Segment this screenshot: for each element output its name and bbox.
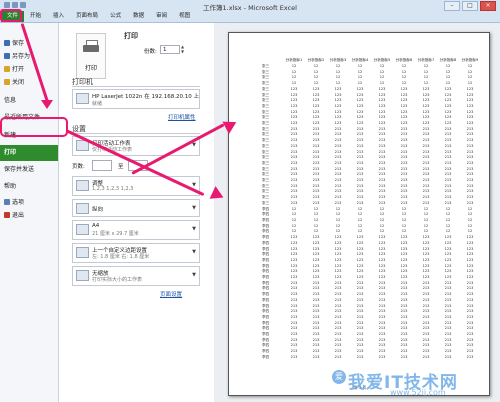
page-setup-link[interactable]: 页面设置: [160, 290, 182, 298]
tab-insert[interactable]: 插入: [47, 11, 70, 22]
preview-cell: 213: [312, 354, 320, 359]
chevron-down-icon: ▼: [192, 226, 196, 232]
scaling-dropdown[interactable]: 无缩放 打印实际大小的工作表 ▼: [72, 266, 200, 286]
file-tab-annotation: [0, 9, 22, 22]
watermark-logo-icon: 爱: [332, 370, 346, 384]
save-as-icon: [4, 53, 10, 59]
tab-home[interactable]: 开始: [24, 11, 47, 22]
preview-column-header: 分析指标5: [373, 58, 391, 62]
printer-section-divider: [72, 86, 200, 87]
options-icon: [4, 199, 10, 205]
save-icon: [4, 40, 10, 46]
backstage-nav: 保存 另存为 打开 关闭 信息 最近所用文件 新建 打印 保存并发送 帮助 选项…: [0, 23, 59, 402]
chevron-down-icon: ▼: [192, 205, 196, 211]
margins-dropdown[interactable]: 上一个自定义边距设置 左: 1.8 厘米 右: 1.8 厘米 ▼: [72, 243, 200, 263]
title-bar: 工作簿1.xlsx - Microsoft Excel – □ × 文件 开始 …: [0, 0, 500, 23]
nav-help[interactable]: 帮助: [0, 180, 58, 194]
preview-cell: 213: [400, 354, 408, 359]
scaling-icon: [76, 270, 89, 281]
exit-icon: [4, 212, 10, 218]
preview-column-header: 分析指标1: [285, 58, 303, 62]
preview-cell: 213: [422, 354, 430, 359]
preview-cell: 213: [290, 354, 298, 359]
preview-column-header: 分析指标7: [417, 58, 435, 62]
close-file-icon: [4, 79, 10, 85]
copies-input[interactable]: 1: [160, 45, 180, 54]
preview-column-header: 分析指标2: [307, 58, 325, 62]
print-heading: 打印: [124, 32, 138, 40]
print-button[interactable]: 打印: [76, 33, 106, 79]
print-settings-panel: 打印 打印 份数: 1 ▲ ▼ 打印机 HP LaserJet 1022n 在 1…: [62, 23, 212, 402]
minimize-button[interactable]: –: [444, 1, 460, 11]
nav-open[interactable]: 打开: [0, 63, 58, 77]
site-watermark: 爱 我爱IT技术网 www.52ij.com: [330, 368, 500, 400]
tab-page-layout[interactable]: 页面布局: [70, 11, 104, 22]
preview-column-header: 分析指标8: [439, 58, 457, 62]
paper-size-dropdown[interactable]: A4 21 厘米 x 29.7 厘米 ▼: [72, 220, 200, 240]
pages-label: 页数:: [72, 164, 85, 170]
preview-row-label: 李四: [262, 354, 270, 359]
print-nav-annotation: [0, 117, 68, 137]
preview-cell: 213: [444, 354, 452, 359]
nav-print[interactable]: 打印: [0, 145, 58, 161]
pages-to-label: 至: [118, 164, 124, 170]
paper-icon: [76, 224, 89, 235]
orientation-dropdown[interactable]: 纵向 ▼: [72, 199, 200, 217]
printer-icon: [76, 93, 89, 104]
margins-icon: [76, 247, 89, 258]
preview-cell: 213: [466, 354, 474, 359]
copies-label: 份数:: [144, 49, 157, 55]
print-preview-page: 分析指标1 分析指标2 分析指标3 分析指标4 分析指标5 分析指标6 分析指标7 分析指标8…: [228, 32, 490, 396]
printer-dropdown[interactable]: HP LaserJet 1022n 在 192.168.20.10 上 就绪: [72, 89, 200, 109]
tab-review[interactable]: 审阅: [150, 11, 173, 22]
nav-options[interactable]: 选项: [0, 196, 58, 210]
collate-icon: [76, 180, 89, 191]
preview-row: 李四 213 213 213 213 213 213 213 213 213: [261, 355, 481, 361]
settings-section-divider: [72, 133, 200, 134]
preview-column-header: 分析指标3: [329, 58, 347, 62]
open-folder-icon: [4, 66, 10, 72]
ribbon-tabs: 文件 开始 插入 页面布局 公式 数据 审阅 视图: [0, 11, 196, 22]
chevron-down-icon: ▼: [192, 272, 196, 278]
preview-cell: 213: [378, 354, 386, 359]
nav-exit[interactable]: 退出: [0, 209, 58, 223]
nav-close[interactable]: 关闭: [0, 76, 58, 90]
preview-column-header: 分析指标9: [461, 58, 479, 62]
portrait-icon: [76, 203, 89, 214]
tab-data[interactable]: 数据: [127, 11, 150, 22]
printer-icon: [83, 40, 99, 54]
annotation-arrowhead: [41, 100, 53, 109]
copies-spinner[interactable]: ▲ ▼: [181, 44, 186, 54]
preview-cell: 213: [334, 354, 342, 359]
preview-table: 分析指标1 分析指标2 分析指标3 分析指标4 分析指标5 分析指标6 分析指标7 分析指标8…: [261, 57, 481, 361]
chevron-down-icon: ▼: [192, 249, 196, 255]
preview-cell: 213: [356, 354, 364, 359]
printer-properties-link[interactable]: 打印机属性: [168, 113, 196, 121]
tab-view[interactable]: 视图: [173, 11, 196, 22]
maximize-button[interactable]: □: [462, 1, 478, 11]
pages-from-input[interactable]: [92, 160, 112, 171]
preview-column-header: 分析指标4: [351, 58, 369, 62]
preview-column-header: 分析指标6: [395, 58, 413, 62]
close-button[interactable]: ×: [480, 1, 496, 11]
tab-formulas[interactable]: 公式: [104, 11, 127, 22]
nav-save-and-send[interactable]: 保存并发送: [0, 163, 58, 177]
